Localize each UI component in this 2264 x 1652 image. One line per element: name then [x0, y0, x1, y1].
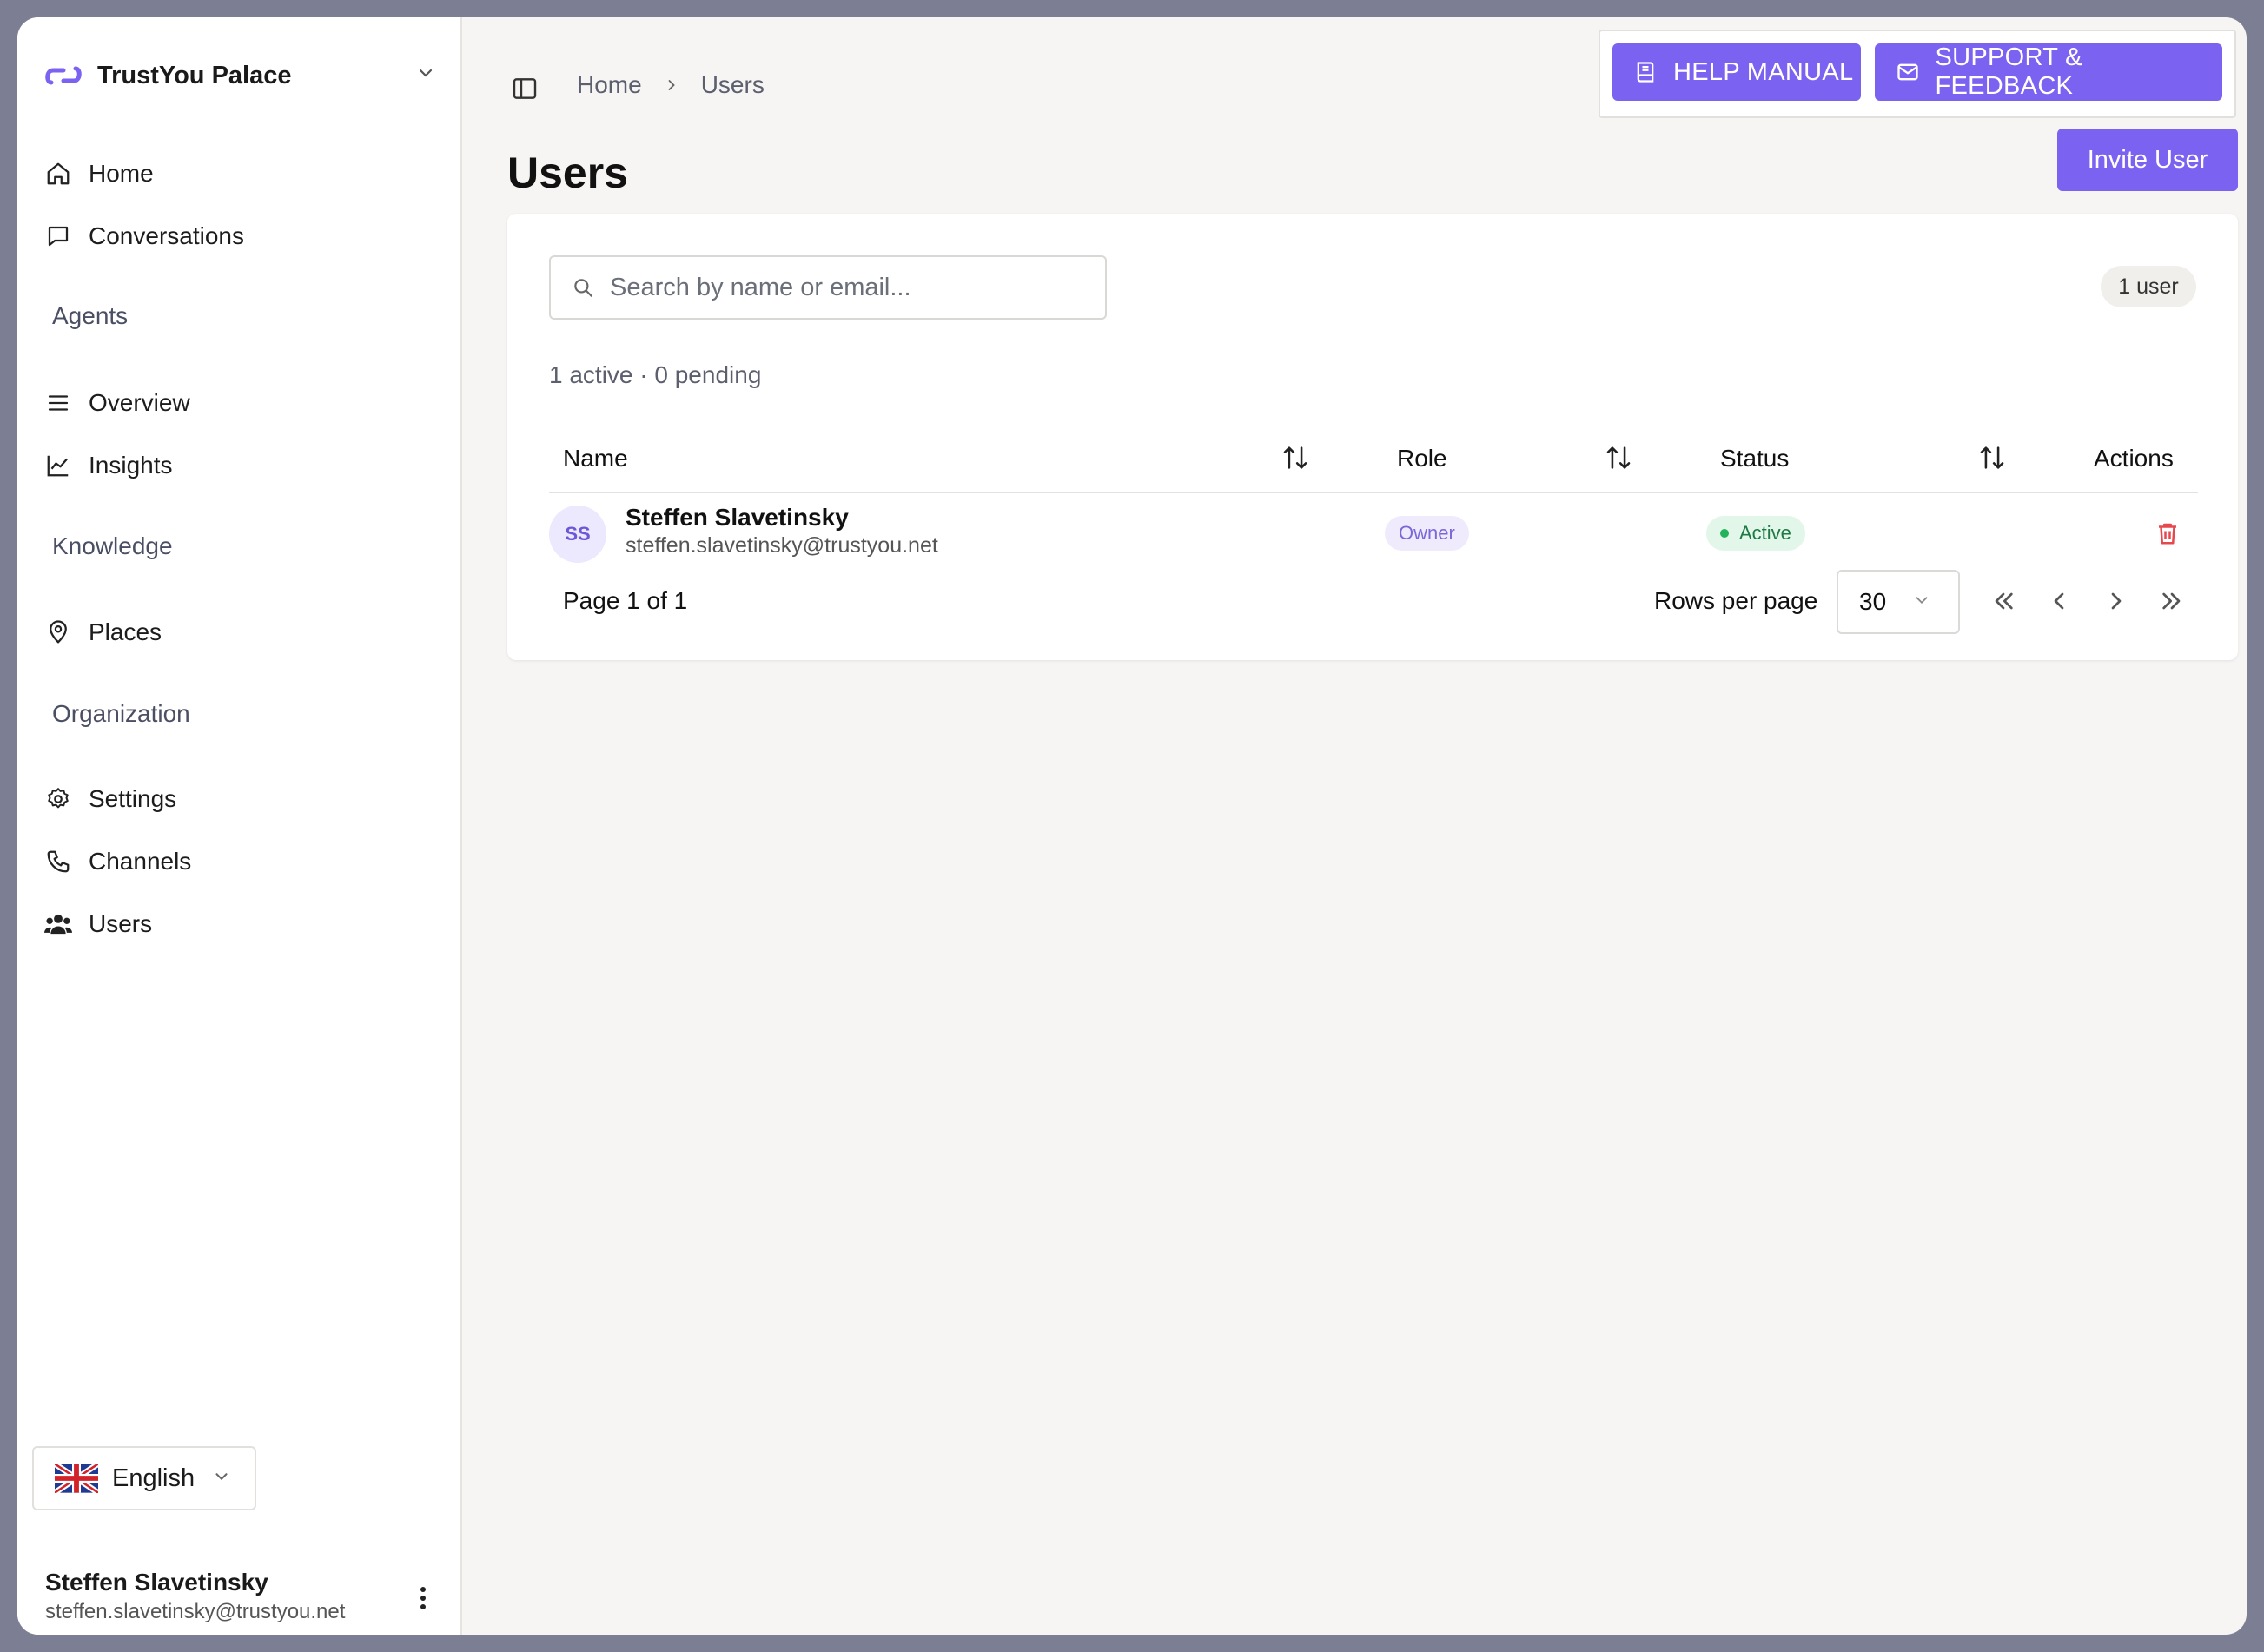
last-page-icon[interactable]	[2153, 582, 2191, 620]
uk-flag-icon	[53, 1461, 100, 1496]
map-pin-icon	[43, 618, 73, 647]
column-header-status[interactable]: Status	[1720, 445, 1789, 472]
breadcrumb-home-link[interactable]: Home	[577, 71, 642, 99]
sort-icon[interactable]	[1977, 443, 2009, 474]
more-vertical-icon[interactable]	[410, 1581, 436, 1616]
line-chart-icon	[43, 451, 73, 480]
sidebar-item-overview[interactable]: Overview	[43, 377, 434, 429]
support-feedback-label: SUPPORT & FEEDBACK	[1935, 43, 2082, 100]
sidebar-item-label: Channels	[89, 848, 192, 875]
next-page-icon[interactable]	[2097, 582, 2135, 620]
home-icon	[43, 159, 73, 188]
sidebar: TrustYou Palace Home Conversations Agent…	[17, 17, 462, 1635]
sidebar-item-label: Overview	[89, 389, 190, 416]
help-manual-label: HELP MANUAL	[1673, 57, 1854, 86]
sidebar-item-conversations[interactable]: Conversations	[43, 210, 434, 262]
search-input[interactable]	[608, 272, 1098, 303]
language-label: English	[112, 1464, 195, 1492]
sidebar-item-channels[interactable]: Channels	[43, 836, 434, 888]
chevron-down-icon	[415, 63, 436, 88]
mail-icon	[1896, 59, 1921, 85]
user-email: steffen.slavetinsky@trustyou.net	[626, 533, 938, 558]
language-select[interactable]: English	[32, 1446, 256, 1510]
trustyou-logo-icon	[43, 56, 83, 96]
header-actions: HELP MANUAL SUPPORT & FEEDBACK	[1599, 30, 2236, 118]
message-square-icon	[43, 221, 73, 251]
sidebar-toggle-icon[interactable]	[511, 75, 539, 102]
main-content: Home Users HELP MANUAL SUPPORT & FEEDBAC…	[462, 17, 2247, 1635]
sidebar-item-label: Conversations	[89, 222, 244, 249]
phone-icon	[43, 847, 73, 876]
sidebar-item-label: Places	[89, 618, 162, 645]
section-label-organization: Organization	[52, 700, 190, 727]
sidebar-item-places[interactable]: Places	[43, 606, 434, 658]
search-icon	[572, 275, 596, 300]
app-window: TrustYou Palace Home Conversations Agent…	[17, 17, 2247, 1635]
status-label: Active	[1739, 522, 1791, 544]
chevron-right-icon	[663, 76, 680, 94]
column-header-name[interactable]: Name	[563, 445, 628, 472]
current-user-email: steffen.slavetinsky@trustyou.net	[45, 1600, 346, 1623]
previous-page-icon[interactable]	[2040, 582, 2078, 620]
column-header-actions: Actions	[2094, 445, 2174, 472]
org-name: TrustYou Palace	[97, 61, 292, 89]
status-dot-icon	[1720, 529, 1729, 538]
section-label-knowledge: Knowledge	[52, 532, 173, 559]
list-icon	[43, 388, 73, 418]
help-manual-button[interactable]: HELP MANUAL	[1612, 43, 1861, 101]
sidebar-item-label: Settings	[89, 785, 177, 812]
page-info: Page 1 of 1	[563, 587, 688, 614]
column-header-role[interactable]: Role	[1397, 445, 1447, 472]
users-icon	[43, 909, 73, 939]
rows-per-page-label: Rows per page	[1654, 587, 1818, 614]
sidebar-item-insights[interactable]: Insights	[43, 439, 434, 492]
sidebar-item-label: Users	[89, 910, 153, 937]
role-badge: Owner	[1385, 516, 1469, 551]
avatar: SS	[549, 506, 606, 563]
table-divider	[549, 492, 2198, 493]
rows-per-page-select[interactable]: 30	[1837, 570, 1960, 634]
current-user-name: Steffen Slavetinsky	[45, 1569, 268, 1596]
sort-icon[interactable]	[1604, 443, 1635, 474]
book-icon	[1633, 59, 1659, 85]
trash-icon[interactable]	[2155, 519, 2182, 549]
breadcrumb-current: Users	[700, 71, 765, 98]
org-switcher[interactable]: TrustYou Palace	[43, 45, 452, 106]
chevron-down-icon	[1912, 591, 1931, 614]
sidebar-item-home[interactable]: Home	[43, 148, 434, 200]
sidebar-item-settings[interactable]: Settings	[43, 773, 434, 825]
page-title: Users	[507, 149, 628, 197]
sort-icon[interactable]	[1281, 443, 1312, 474]
gear-icon	[43, 784, 73, 814]
support-feedback-button[interactable]: SUPPORT & FEEDBACK	[1875, 43, 2222, 101]
sidebar-item-label: Insights	[89, 452, 173, 479]
sidebar-item-label: Home	[89, 160, 154, 187]
invite-user-button[interactable]: Invite User	[2057, 129, 2238, 191]
user-name: Steffen Slavetinsky	[626, 504, 849, 531]
user-summary: 1 active · 0 pending	[549, 361, 762, 388]
users-card: 1 user 1 active · 0 pending Name Role St…	[507, 214, 2238, 660]
chevron-down-icon	[212, 1467, 231, 1490]
search-field[interactable]	[549, 255, 1107, 320]
breadcrumb: Home Users	[577, 71, 765, 99]
section-label-agents: Agents	[52, 302, 129, 329]
user-count-badge: 1 user	[2101, 266, 2196, 307]
first-page-icon[interactable]	[1984, 582, 2022, 620]
status-badge: Active	[1706, 516, 1805, 551]
sidebar-item-users[interactable]: Users	[43, 898, 434, 950]
rows-per-page-value: 30	[1859, 588, 1887, 615]
